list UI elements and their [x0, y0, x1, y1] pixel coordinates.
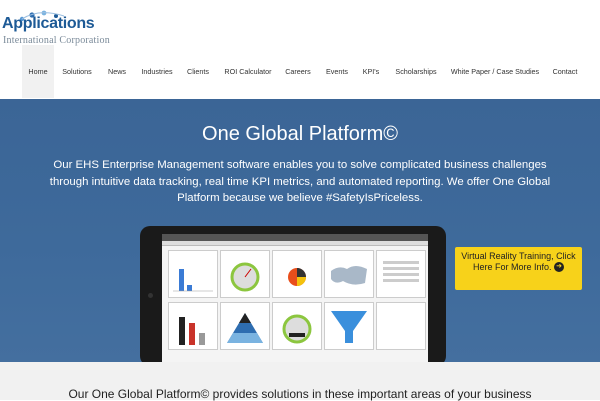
vr-training-button[interactable]: Virtual Reality Training, Click Here For… [455, 247, 582, 290]
tablet-dashboard-image [140, 226, 446, 362]
hero-title: One Global Platform© [202, 123, 398, 145]
logo[interactable]: Applications International Corporation [2, 8, 122, 46]
nav-item-events[interactable]: Events [322, 45, 352, 98]
solutions-intro: Our One Global Platform© provides soluti… [0, 362, 600, 401]
dashboard-panel-pyramid [220, 302, 270, 350]
main-nav: Home Solutions News Industries Clients R… [0, 45, 600, 98]
nav-item-roi-calculator[interactable]: ROI Calculator [221, 45, 275, 98]
dashboard-panel-bars-2 [168, 302, 218, 350]
nav-item-home[interactable]: Home [22, 45, 54, 98]
arrow-circle-icon: ➜ [554, 262, 565, 273]
logo-name: Applications [2, 15, 95, 32]
screen-tabs [162, 241, 428, 246]
dashboard-panel-map [324, 250, 374, 298]
dashboard-panel-list [376, 250, 426, 298]
hero-description: Our EHS Enterprise Management software e… [49, 159, 551, 204]
dashboard-panel-bars [168, 250, 218, 298]
dashboard-panel-funnel [324, 302, 374, 350]
tablet-camera [148, 293, 153, 298]
hero-section: One Global Platform© Our EHS Enterprise … [0, 99, 600, 362]
dashboard-panel-pie [272, 250, 322, 298]
site-header: Applications International Corporation H… [0, 0, 600, 100]
solutions-intro-text: Our One Global Platform© provides soluti… [68, 387, 532, 401]
nav-item-contact[interactable]: Contact [548, 45, 582, 98]
nav-item-scholarships[interactable]: Scholarships [391, 45, 441, 98]
nav-item-solutions[interactable]: Solutions [58, 45, 96, 98]
nav-item-clients[interactable]: Clients [183, 45, 213, 98]
dashboard-panel-gauge [220, 250, 270, 298]
nav-item-white-paper[interactable]: White Paper / Case Studies [449, 45, 541, 98]
nav-item-industries[interactable]: Industries [137, 45, 177, 98]
dashboard-panel-extra [376, 302, 426, 350]
nav-item-kpis[interactable]: KPI's [359, 45, 383, 98]
screen-titlebar [162, 234, 428, 241]
dashboard-panel-gauge-2 [272, 302, 322, 350]
dashboard-screen [162, 234, 428, 362]
nav-item-careers[interactable]: Careers [282, 45, 314, 98]
nav-item-news[interactable]: News [103, 45, 131, 98]
